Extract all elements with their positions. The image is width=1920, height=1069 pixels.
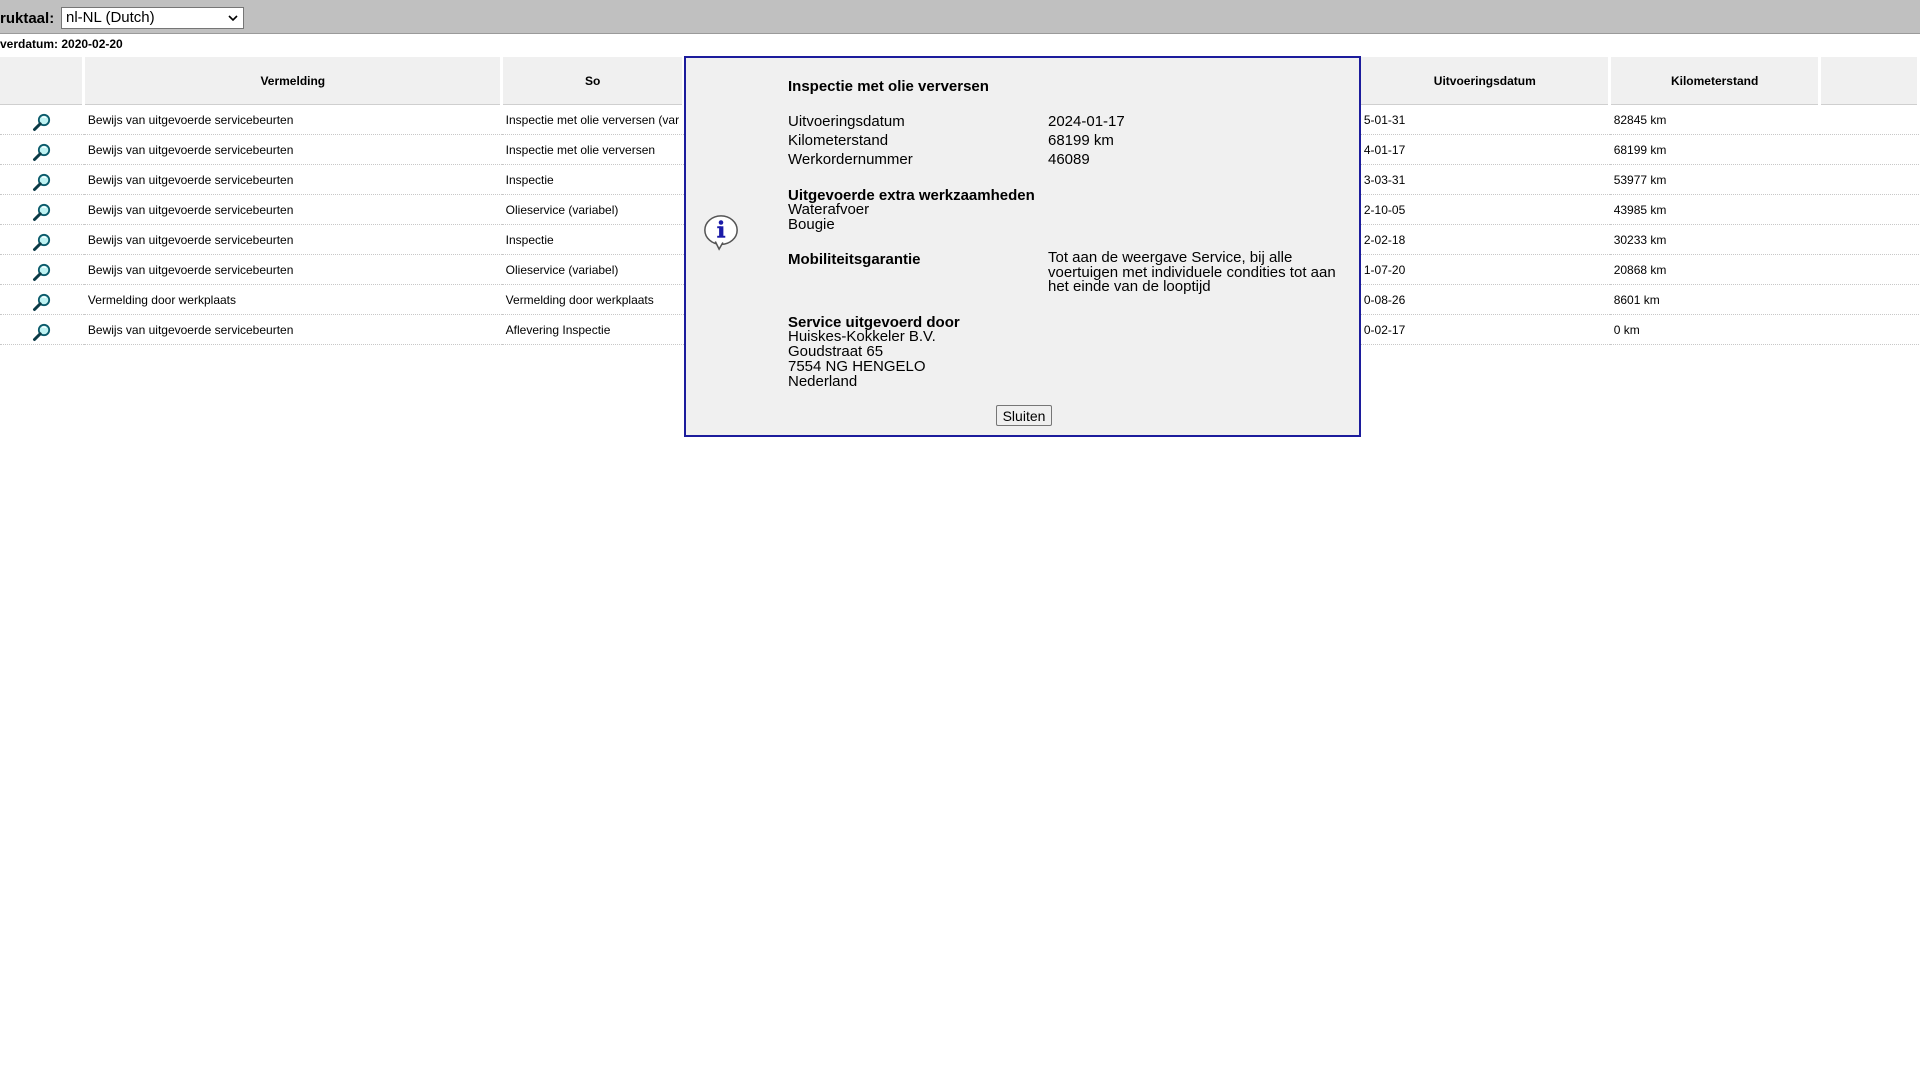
row-extra-cell xyxy=(1819,164,1919,195)
row-kilometerstand: 20868 km xyxy=(1609,254,1820,285)
row-vermelding: Bewijs van uitgevoerde servicebeurten xyxy=(83,224,502,255)
row-uitvoeringsdatum: 3-03-31 xyxy=(1359,164,1610,195)
magnifier-icon[interactable] xyxy=(32,322,52,342)
magnifier-icon[interactable] xyxy=(32,292,52,312)
row-vermelding: Vermelding door werkplaats xyxy=(83,284,502,315)
magnifier-icon[interactable] xyxy=(32,262,52,282)
chevron-down-icon xyxy=(228,15,238,22)
row-action-cell xyxy=(0,134,84,165)
row-vermelding: Bewijs van uitgevoerde servicebeurten xyxy=(83,164,502,195)
header-uitvoeringsdatum: Uitvoeringsdatum xyxy=(1359,57,1612,105)
language-label: ruktaal: xyxy=(0,10,55,27)
row-action-cell xyxy=(0,104,84,135)
row-uitvoeringsdatum: 0-08-26 xyxy=(1359,284,1610,315)
header-vermelding: Vermelding xyxy=(83,57,504,105)
row-vermelding: Bewijs van uitgevoerde servicebeurten xyxy=(83,194,502,225)
language-toolbar: ruktaal: nl-NL (Dutch) xyxy=(0,0,1920,34)
row-extra-cell xyxy=(1819,194,1919,225)
row-action-cell xyxy=(0,224,84,255)
row-action-cell xyxy=(0,164,84,195)
mobility-heading: Mobiliteitsgarantie xyxy=(788,251,921,268)
dialog-title: Inspectie met olie verversen xyxy=(788,78,989,95)
row-service: Inspectie met olie verversen xyxy=(501,134,684,165)
kilometerstand-label: Kilometerstand xyxy=(788,132,889,149)
row-uitvoeringsdatum: 0-02-17 xyxy=(1359,314,1610,345)
row-service: Olieservice (variabel) xyxy=(501,194,684,225)
magnifier-icon[interactable] xyxy=(32,202,52,222)
info-icon xyxy=(704,215,738,251)
kilometerstand-value: 68199 km xyxy=(1048,132,1114,149)
row-kilometerstand: 8601 km xyxy=(1609,284,1820,315)
header-service: So xyxy=(501,57,686,105)
werkordernummer-value: 46089 xyxy=(1048,151,1090,168)
row-service: Olieservice (variabel) xyxy=(501,254,684,285)
row-action-cell xyxy=(0,314,84,345)
row-service: Vermelding door werkplaats xyxy=(501,284,684,315)
row-kilometerstand: 68199 km xyxy=(1609,134,1820,165)
row-vermelding: Bewijs van uitgevoerde servicebeurten xyxy=(83,134,502,165)
dealer-country: Nederland xyxy=(788,373,858,390)
row-extra-cell xyxy=(1819,284,1919,315)
extra-work-item: Bougie xyxy=(788,216,835,233)
row-action-cell xyxy=(0,284,84,315)
row-extra-cell xyxy=(1819,314,1919,345)
row-service: Aflevering Inspectie xyxy=(501,314,684,345)
row-kilometerstand: 82845 km xyxy=(1609,104,1820,135)
language-select[interactable]: nl-NL (Dutch) xyxy=(61,7,244,29)
row-kilometerstand: 53977 km xyxy=(1609,164,1820,195)
row-extra-cell xyxy=(1819,104,1919,135)
delivery-date: verdatum: 2020-02-20 xyxy=(0,37,123,51)
row-kilometerstand: 0 km xyxy=(1609,314,1820,345)
row-action-cell xyxy=(0,254,84,285)
row-extra-cell xyxy=(1819,254,1919,285)
header-icon-col xyxy=(0,57,86,105)
service-detail-dialog: Inspectie met olie verversen Uitvoerings… xyxy=(684,56,1361,437)
magnifier-icon[interactable] xyxy=(32,232,52,252)
header-extra-col xyxy=(1819,57,1920,105)
uitvoeringsdatum-label: Uitvoeringsdatum xyxy=(788,113,905,130)
row-extra-cell xyxy=(1819,134,1919,165)
row-uitvoeringsdatum: 2-10-05 xyxy=(1359,194,1610,225)
row-kilometerstand: 43985 km xyxy=(1609,194,1820,225)
row-service: Inspectie met olie verversen (var xyxy=(501,104,684,135)
row-kilometerstand: 30233 km xyxy=(1609,224,1820,255)
magnifier-icon[interactable] xyxy=(32,172,52,192)
header-kilometerstand: Kilometerstand xyxy=(1609,57,1822,105)
language-select-value: nl-NL (Dutch) xyxy=(66,9,155,26)
row-extra-cell xyxy=(1819,224,1919,255)
row-service: Inspectie xyxy=(501,164,684,195)
werkordernummer-label: Werkordernummer xyxy=(788,151,913,168)
row-vermelding: Bewijs van uitgevoerde servicebeurten xyxy=(83,314,502,345)
row-service: Inspectie xyxy=(501,224,684,255)
uitvoeringsdatum-value: 2024-01-17 xyxy=(1048,113,1125,130)
row-uitvoeringsdatum: 5-01-31 xyxy=(1359,104,1610,135)
row-vermelding: Bewijs van uitgevoerde servicebeurten xyxy=(83,254,502,285)
magnifier-icon[interactable] xyxy=(32,142,52,162)
row-uitvoeringsdatum: 4-01-17 xyxy=(1359,134,1610,165)
row-action-cell xyxy=(0,194,84,225)
row-vermelding: Bewijs van uitgevoerde servicebeurten xyxy=(83,104,502,135)
row-uitvoeringsdatum: 1-07-20 xyxy=(1359,254,1610,285)
row-uitvoeringsdatum: 2-02-18 xyxy=(1359,224,1610,255)
mobility-text: Tot aan de weergave Service, bij alle vo… xyxy=(1048,249,1336,295)
magnifier-icon[interactable] xyxy=(32,112,52,132)
close-button[interactable]: Sluiten xyxy=(996,405,1052,426)
